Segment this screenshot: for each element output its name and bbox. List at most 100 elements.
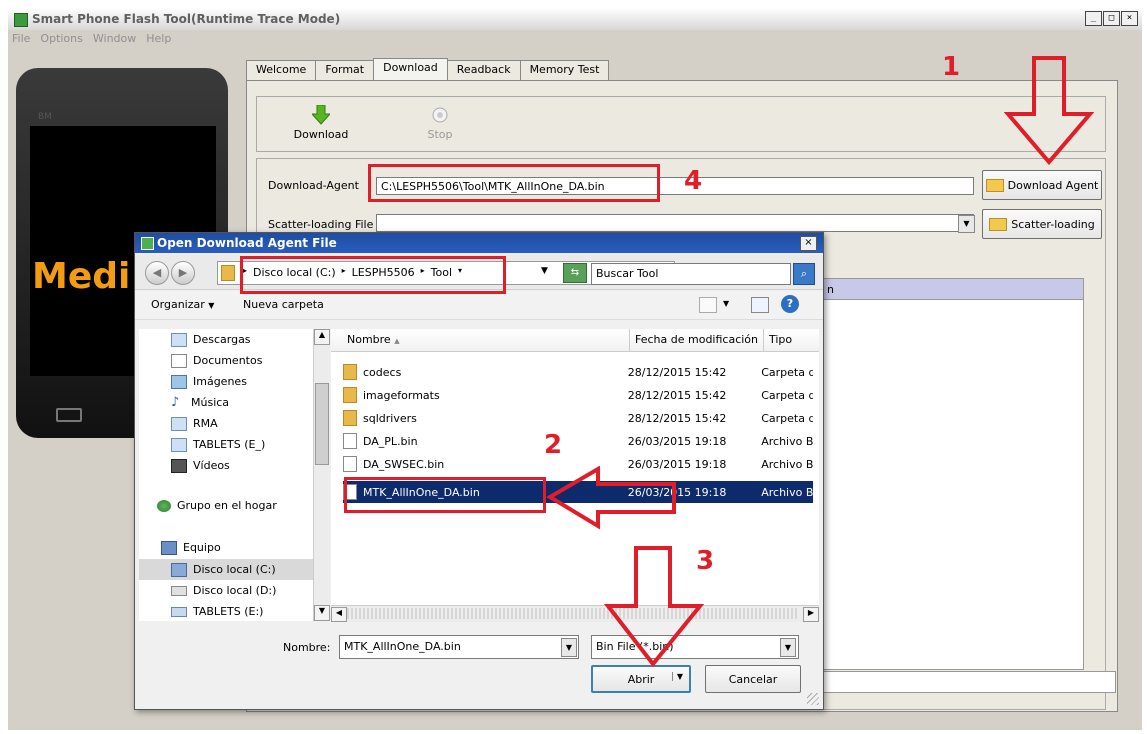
folder-icon bbox=[171, 437, 187, 452]
minimize-button[interactable]: _ bbox=[1085, 11, 1102, 26]
nav-item-label: RMA bbox=[193, 417, 218, 430]
organize-button[interactable]: Organizar ▼ bbox=[151, 298, 214, 311]
file-name: DA_SWSEC.bin bbox=[363, 457, 445, 471]
nav-item-tablets-e[interactable]: TABLETS (E:) bbox=[139, 601, 263, 622]
file-type: Archivo B bbox=[761, 434, 813, 448]
nav-item-documents[interactable]: Documentos bbox=[139, 350, 313, 371]
scroll-up-icon[interactable]: ▲ bbox=[314, 329, 330, 345]
nav-item-computer[interactable]: Equipo bbox=[129, 537, 221, 558]
file-icon bbox=[343, 456, 357, 472]
tab-format[interactable]: Format bbox=[315, 60, 375, 80]
download-button[interactable]: Download bbox=[291, 104, 351, 141]
hscroll-track[interactable] bbox=[347, 608, 799, 619]
scatter-loading-button-label: Scatter-loading bbox=[1011, 217, 1095, 231]
back-arrow-icon[interactable]: ◀ bbox=[145, 261, 169, 285]
file-name: sqldrivers bbox=[363, 411, 417, 425]
scatter-loading-button[interactable]: Scatter-loading bbox=[982, 209, 1102, 239]
scroll-right-icon[interactable]: ▶ bbox=[803, 607, 819, 622]
nav-item-disk-d[interactable]: Disco local (D:) bbox=[139, 580, 276, 601]
file-row-da-pl[interactable]: DA_PL.bin 26/03/2015 19:18 Archivo B bbox=[343, 430, 813, 452]
filter-dropdown-icon[interactable]: ▼ bbox=[780, 638, 796, 657]
annotation-arrow-down-icon bbox=[604, 546, 704, 668]
annotation-number-2: 2 bbox=[544, 430, 563, 460]
file-row-codecs[interactable]: codecs 28/12/2015 15:42 Carpeta d bbox=[343, 361, 813, 383]
preview-pane-icon[interactable] bbox=[751, 297, 769, 313]
help-icon[interactable]: ? bbox=[781, 295, 799, 313]
column-type[interactable]: Tipo bbox=[769, 333, 792, 346]
new-folder-button[interactable]: Nueva carpeta bbox=[243, 298, 324, 311]
dialog-title-bar: Open Download Agent File × bbox=[135, 233, 823, 253]
file-row-imageformats[interactable]: imageformats 28/12/2015 15:42 Carpeta d bbox=[343, 384, 813, 406]
tab-memory-test[interactable]: Memory Test bbox=[519, 60, 610, 80]
nav-item-label: Disco local (D:) bbox=[193, 584, 277, 597]
app-icon bbox=[14, 13, 28, 27]
nav-item-rma[interactable]: RMA bbox=[139, 413, 313, 434]
phone-screen-text: Medi bbox=[32, 256, 131, 297]
menu-window[interactable]: Window bbox=[93, 32, 136, 50]
filename-input[interactable]: MTK_AllInOne_DA.bin bbox=[339, 635, 579, 659]
scatter-loading-field[interactable] bbox=[376, 214, 974, 232]
view-dropdown-icon[interactable]: ▼ bbox=[723, 299, 729, 308]
search-input[interactable]: Buscar Tool bbox=[591, 263, 791, 285]
menu-file[interactable]: File bbox=[12, 32, 30, 50]
scatter-dropdown-arrow-icon[interactable]: ▼ bbox=[958, 215, 975, 233]
nav-scroll-thumb[interactable] bbox=[315, 383, 329, 465]
file-date: 28/12/2015 15:42 bbox=[627, 411, 727, 425]
nav-scrollbar[interactable]: ▲ ▼ bbox=[313, 329, 330, 621]
open-dropdown-icon[interactable]: ▼ bbox=[672, 672, 687, 681]
nav-item-pictures[interactable]: Imágenes bbox=[139, 371, 313, 392]
status-field bbox=[822, 671, 1116, 693]
scroll-left-icon[interactable]: ◀ bbox=[331, 607, 347, 622]
phone-menu-button bbox=[56, 408, 82, 422]
folder-icon bbox=[985, 178, 1004, 192]
breadcrumb-dropdown-icon[interactable]: ▼ bbox=[541, 266, 548, 276]
tab-welcome[interactable]: Welcome bbox=[246, 60, 317, 80]
file-row-sqldrivers[interactable]: sqldrivers 28/12/2015 15:42 Carpeta d bbox=[343, 407, 813, 429]
tab-download[interactable]: Download bbox=[373, 58, 448, 80]
file-type: Archivo B bbox=[761, 457, 813, 471]
view-options-icon[interactable] bbox=[699, 297, 717, 313]
download-agent-button[interactable]: Download Agent bbox=[982, 170, 1102, 200]
file-type: Archivo B bbox=[761, 485, 813, 499]
dialog-close-button[interactable]: × bbox=[800, 236, 817, 251]
filename-dropdown-icon[interactable]: ▼ bbox=[561, 638, 577, 657]
music-icon: ♪ bbox=[171, 394, 180, 410]
nav-item-homegroup[interactable]: Grupo en el hogar bbox=[125, 495, 277, 516]
forward-arrow-icon[interactable]: ▶ bbox=[171, 261, 195, 285]
close-button[interactable]: × bbox=[1121, 11, 1138, 26]
menu-help[interactable]: Help bbox=[146, 32, 171, 50]
cancel-button[interactable]: Cancelar bbox=[705, 665, 801, 693]
window-title: Smart Phone Flash Tool(Runtime Trace Mod… bbox=[32, 12, 341, 26]
folder-icon bbox=[989, 217, 1008, 231]
nav-item-tablets[interactable]: TABLETS (E_) bbox=[139, 434, 313, 455]
partition-table-header: n bbox=[822, 278, 1084, 300]
nav-item-label: Música bbox=[191, 396, 230, 409]
file-name: codecs bbox=[363, 365, 402, 379]
file-name: DA_PL.bin bbox=[363, 434, 418, 448]
refresh-icon[interactable]: ⇆ bbox=[563, 263, 587, 283]
nav-item-disk-c[interactable]: Disco local (C:) bbox=[139, 559, 313, 580]
maximize-button[interactable]: □ bbox=[1103, 11, 1120, 26]
nav-item-label: Vídeos bbox=[193, 459, 230, 472]
file-type: Carpeta d bbox=[761, 365, 813, 379]
search-icon[interactable]: ⌕ bbox=[793, 263, 815, 285]
open-button[interactable]: Abrir ▼ bbox=[591, 665, 691, 693]
annotation-box-selected-file bbox=[344, 477, 546, 513]
nav-item-videos[interactable]: Vídeos bbox=[139, 455, 313, 476]
computer-icon bbox=[161, 540, 177, 555]
nav-item-downloads[interactable]: Descargas bbox=[139, 329, 313, 350]
title-bar: Smart Phone Flash Tool(Runtime Trace Mod… bbox=[8, 8, 1142, 30]
stop-button[interactable]: Stop bbox=[415, 105, 465, 141]
scatter-loading-label: Scatter-loading File bbox=[268, 218, 374, 231]
column-date[interactable]: Fecha de modificación bbox=[635, 333, 758, 346]
drive-icon bbox=[171, 585, 187, 596]
column-name[interactable]: Nombre ▲ bbox=[347, 333, 400, 346]
tab-readback[interactable]: Readback bbox=[446, 60, 521, 80]
file-list-hscrollbar[interactable]: ◀ ▶ bbox=[331, 605, 819, 622]
nav-item-music[interactable]: ♪ Música bbox=[139, 392, 313, 413]
resize-grip-icon[interactable] bbox=[807, 693, 819, 705]
menu-options[interactable]: Options bbox=[40, 32, 82, 50]
scroll-down-icon[interactable]: ▼ bbox=[314, 605, 330, 621]
file-list-header: Nombre ▲ Fecha de modificación Tipo bbox=[331, 329, 819, 352]
nav-item-label: TABLETS (E:) bbox=[193, 605, 264, 618]
